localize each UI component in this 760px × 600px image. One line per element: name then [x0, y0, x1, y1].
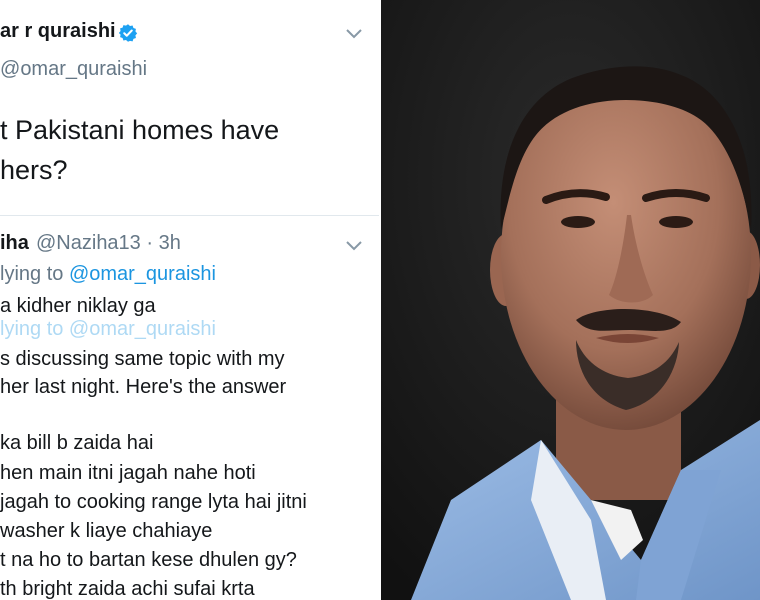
reply-meta: @Naziha13 · 3h — [36, 232, 181, 254]
replying-to-mention-link[interactable]: @omar_quraishi — [69, 263, 216, 285]
reply-line-9: th bright zaida achi sufai krta — [0, 578, 255, 600]
reply-ghost-overlay: lying to @omar_quraishi — [0, 318, 216, 340]
tweet-author-handle: @omar_quraishi — [0, 58, 148, 80]
reply-line-1: a kidher niklay ga — [0, 295, 156, 317]
reply-author-name: iha — [0, 232, 29, 254]
tweet-divider — [0, 215, 380, 216]
reply-line-6: jagah to cooking range lyta hai jitni — [0, 491, 307, 513]
reply-line-7: washer k liaye chahiaye — [0, 520, 213, 542]
portrait-photo — [381, 0, 760, 600]
reply-line-8: t na ho to bartan kese dhulen gy? — [0, 549, 297, 571]
chevron-down-icon[interactable] — [345, 28, 363, 40]
reply-line-5: hen main itni jagah nahe hoti — [0, 462, 256, 484]
chevron-down-icon[interactable] — [345, 240, 363, 252]
reply-line-2: s discussing same topic with my — [0, 348, 285, 370]
replying-to-label: lying to — [0, 263, 69, 285]
tweet-author-name: ar r quraishi — [0, 20, 116, 42]
verified-badge-icon — [118, 24, 138, 42]
reply-line-3: her last night. Here's the answer — [0, 376, 287, 398]
tweet-text-line-2: hers? — [0, 155, 68, 185]
reply-line-4: ka bill b zaida hai — [0, 432, 154, 454]
portrait-illustration — [381, 0, 760, 600]
tweet-text-line-1: t Pakistani homes have — [0, 115, 280, 145]
replying-to: lying to @omar_quraishi — [0, 263, 216, 286]
tweet-screenshot-panel: ar r quraishi @omar_quraishi t Pakistani… — [0, 0, 380, 600]
